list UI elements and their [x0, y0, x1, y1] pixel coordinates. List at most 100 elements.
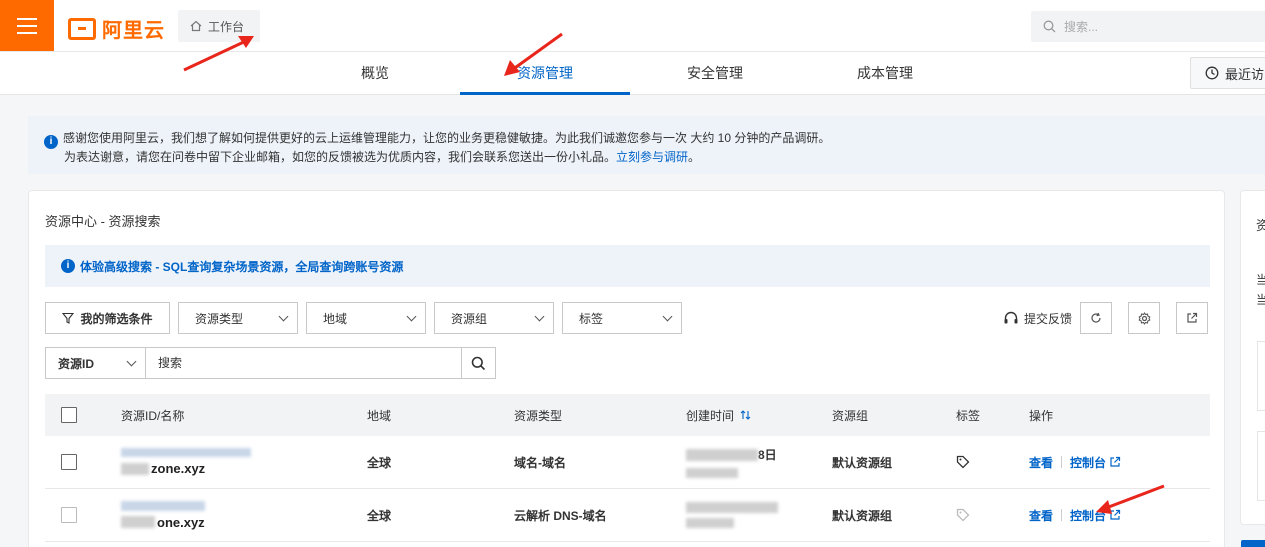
resource-search-card: 资源中心 - 资源搜索 i 体验高级搜索 - SQL查询复杂场景资源，全局查询跨…: [28, 190, 1225, 547]
row-region: 全球: [367, 455, 392, 470]
external-link-icon: [1110, 456, 1121, 467]
info-icon: i: [44, 135, 58, 149]
header-tag: 标签: [956, 408, 981, 423]
table-header: 资源ID/名称 地域 资源类型 创建时间 资源组 标签 操作: [45, 394, 1210, 436]
redacted-name: [121, 462, 149, 475]
tag-icon[interactable]: [956, 455, 970, 469]
row-created: 8日: [758, 448, 777, 462]
region-select[interactable]: 地域: [306, 302, 426, 334]
tab-overview[interactable]: 概览: [320, 52, 430, 95]
home-icon: [190, 20, 202, 32]
info-icon: i: [61, 259, 75, 273]
workbench-button[interactable]: 工作台: [178, 10, 260, 42]
tab-resource-management[interactable]: 资源管理: [460, 52, 630, 95]
side-text: 当: [1256, 271, 1265, 288]
recent-visits-label: 最近访问: [1225, 66, 1265, 82]
row-checkbox[interactable]: [61, 507, 77, 523]
logo-text: 阿里云: [102, 20, 165, 42]
resource-search-input[interactable]: [146, 347, 462, 379]
search-field-label: 资源ID: [58, 356, 95, 371]
row-group: 默认资源组: [832, 508, 893, 523]
filter-icon: [62, 312, 75, 324]
notice-line-1: 感谢您使用阿里云，我们想了解如何提供更好的云上运维管理能力，让您的业务更稳健敏捷…: [63, 131, 831, 145]
open-external-button[interactable]: [1176, 302, 1208, 334]
view-link[interactable]: 查看: [1029, 454, 1053, 471]
feedback-button[interactable]: 提交反馈: [1003, 310, 1072, 327]
notice-line-2: 为表达谢意，请您在问卷中留下企业邮箱，如您的反馈被选为优质内容，我们会联系您送出…: [64, 150, 617, 164]
search-field-select[interactable]: 资源ID: [45, 347, 146, 379]
header-created-sort[interactable]: 创建时间: [686, 394, 752, 436]
header-ops: 操作: [1029, 408, 1054, 423]
region-label: 地域: [323, 311, 348, 326]
console-label: 控制台: [1070, 455, 1107, 470]
notice-end: 。: [688, 150, 701, 164]
advanced-search-banner[interactable]: i 体验高级搜索 - SQL查询复杂场景资源，全局查询跨账号资源: [45, 245, 1210, 287]
redacted-resource-id[interactable]: [121, 500, 205, 511]
console-link[interactable]: 控制台: [1070, 507, 1121, 524]
resource-type-label: 资源类型: [195, 311, 244, 326]
tab-security-management[interactable]: 安全管理: [660, 52, 770, 95]
resource-group-label: 资源组: [451, 311, 488, 326]
advanced-search-link[interactable]: 体验高级搜索 - SQL查询复杂场景资源，全局查询跨账号资源: [80, 258, 403, 275]
side-text: 当: [1256, 291, 1265, 308]
tag-icon[interactable]: [956, 508, 970, 522]
refresh-icon: [1091, 312, 1101, 323]
resource-table: 资源ID/名称 地域 资源类型 创建时间 资源组 标签 操作 zone.xyz …: [45, 394, 1210, 542]
workbench-label: 工作台: [208, 19, 245, 34]
resource-group-select[interactable]: 资源组: [434, 302, 554, 334]
tag-select[interactable]: 标签: [562, 302, 682, 334]
chevron-down-icon: [126, 356, 137, 366]
chevron-down-icon: [406, 311, 417, 321]
top-navbar: 阿里云 工作台 搜索...: [0, 0, 1265, 52]
redacted-time: [686, 468, 738, 478]
main-tabs: 概览 资源管理 安全管理 成本管理 最近访问: [0, 52, 1265, 95]
chevron-down-icon: [534, 311, 545, 321]
external-link-icon: [1110, 509, 1121, 520]
table-tools: 提交反馈: [1003, 302, 1208, 334]
aliyun-logo[interactable]: 阿里云: [68, 14, 165, 43]
row-group: 默认资源组: [832, 455, 893, 470]
my-filters-label: 我的筛选条件: [80, 311, 153, 326]
select-all-checkbox[interactable]: [61, 407, 77, 423]
side-box: [1257, 341, 1265, 411]
header-id-name: 资源ID/名称: [121, 408, 185, 423]
chevron-down-icon: [278, 311, 289, 321]
redacted-resource-id[interactable]: [121, 448, 251, 457]
filter-bar: 我的筛选条件 资源类型 地域 资源组 标签: [45, 302, 682, 334]
logo-mark-icon: [68, 17, 96, 40]
headset-icon: [1004, 311, 1018, 324]
settings-button[interactable]: [1128, 302, 1160, 334]
card-title: 资源中心 - 资源搜索: [45, 214, 161, 229]
header-region: 地域: [367, 408, 392, 423]
clock-icon: [1205, 66, 1219, 80]
tab-cost-management[interactable]: 成本管理: [830, 52, 940, 95]
divider: [1061, 456, 1063, 468]
menu-icon[interactable]: [0, 0, 54, 51]
global-search-placeholder: 搜索...: [1064, 20, 1099, 34]
side-primary-button[interactable]: [1241, 540, 1265, 547]
console-link[interactable]: 控制台: [1070, 454, 1121, 471]
survey-notice: i 感谢您使用阿里云，我们想了解如何提供更好的云上运维管理能力，让您的业务更稳健敏…: [28, 116, 1265, 174]
row-type: 域名-域名: [514, 455, 566, 470]
divider: [1061, 509, 1063, 521]
redacted-time: [686, 518, 734, 528]
search-submit-button[interactable]: [462, 347, 496, 379]
row-region: 全球: [367, 508, 392, 523]
view-link[interactable]: 查看: [1029, 507, 1053, 524]
search-row: 资源ID: [45, 347, 496, 379]
refresh-button[interactable]: [1080, 302, 1112, 334]
side-box: [1257, 431, 1265, 501]
recent-visits-button[interactable]: 最近访问: [1190, 57, 1265, 89]
my-filters-button[interactable]: 我的筛选条件: [45, 302, 170, 334]
row-checkbox[interactable]: [61, 454, 77, 470]
resource-name: zone.xyz: [151, 461, 206, 476]
resource-type-select[interactable]: 资源类型: [178, 302, 298, 334]
redacted-date: [686, 448, 758, 461]
survey-link[interactable]: 立刻参与调研: [616, 150, 688, 164]
gear-icon: [1138, 311, 1150, 325]
global-search[interactable]: 搜索...: [1031, 11, 1265, 42]
header-group: 资源组: [832, 408, 869, 423]
redacted-name: [121, 516, 155, 528]
sort-icon: [740, 410, 751, 420]
feedback-label: 提交反馈: [1023, 311, 1072, 326]
